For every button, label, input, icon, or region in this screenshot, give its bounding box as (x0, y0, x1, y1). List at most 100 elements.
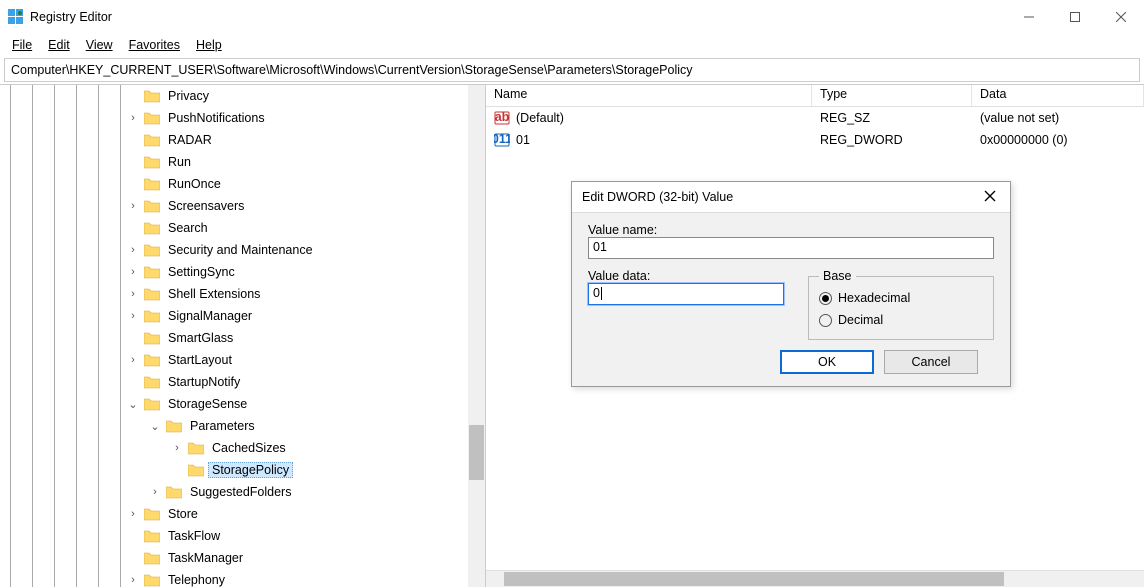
svg-text:ab: ab (495, 110, 510, 124)
maximize-button[interactable] (1052, 0, 1098, 34)
tree-item-label: SuggestedFolders (186, 485, 295, 499)
tree-item-label: TaskManager (164, 551, 247, 565)
tree-item-label: TaskFlow (164, 529, 224, 543)
chevron-right-icon[interactable]: › (126, 244, 140, 256)
tree-scrollbar-vertical[interactable] (468, 85, 485, 587)
folder-icon (144, 177, 160, 191)
tree-item-label: StorageSense (164, 397, 251, 411)
chevron-right-icon[interactable]: › (126, 112, 140, 124)
chevron-right-icon[interactable]: › (170, 442, 184, 454)
tree-item[interactable]: › PushNotifications (126, 107, 485, 129)
minimize-button[interactable] (1006, 0, 1052, 34)
tree-item[interactable]: ›SignalManager (126, 305, 485, 327)
column-data[interactable]: Data (972, 85, 1144, 106)
regedit-icon (8, 9, 24, 25)
value-name: (Default) (516, 111, 564, 125)
chevron-right-icon[interactable]: › (126, 200, 140, 212)
scrollbar-thumb[interactable] (469, 425, 484, 480)
close-icon (984, 190, 996, 202)
folder-icon (144, 375, 160, 389)
folder-icon (144, 133, 160, 147)
tree-item[interactable]: Run (126, 151, 485, 173)
tree-item[interactable]: RADAR (126, 129, 485, 151)
chevron-down-icon[interactable]: ⌄ (148, 420, 162, 433)
radio-dot-icon (819, 314, 832, 327)
folder-icon (144, 111, 160, 125)
dialog-close-button[interactable] (980, 189, 1000, 206)
valuename-input[interactable]: 01 (588, 237, 994, 259)
tree-item[interactable]: TaskManager (126, 547, 485, 569)
list-body[interactable]: ab(Default)REG_SZ(value not set)01101REG… (486, 107, 1144, 151)
edit-dword-dialog: Edit DWORD (32-bit) Value Value name: 01… (571, 181, 1011, 387)
tree-item[interactable]: Privacy (126, 85, 485, 107)
chevron-right-icon[interactable]: › (126, 354, 140, 366)
chevron-right-icon[interactable]: › (126, 288, 140, 300)
chevron-right-icon[interactable]: › (126, 266, 140, 278)
title-bar: Registry Editor (0, 0, 1144, 34)
tree-item[interactable]: Search (126, 217, 485, 239)
value-data: 0x00000000 (0) (972, 133, 1144, 147)
tree-item[interactable]: ›StartLayout (126, 349, 485, 371)
value-type: REG_DWORD (812, 133, 972, 147)
tree-item[interactable]: › SettingSync (126, 261, 485, 283)
tree-item-label: PushNotifications (164, 111, 269, 125)
tree-item-label: StoragePolicy (208, 462, 293, 478)
ok-button[interactable]: OK (780, 350, 874, 374)
tree-item[interactable]: ⌄ Parameters (126, 415, 485, 437)
svg-text:011: 011 (494, 132, 510, 146)
folder-icon (144, 309, 160, 323)
tree-item-label: RADAR (164, 133, 216, 147)
value-type: REG_SZ (812, 111, 972, 125)
address-bar[interactable]: Computer\HKEY_CURRENT_USER\Software\Micr… (4, 58, 1140, 82)
tree-item[interactable]: › Shell Extensions (126, 283, 485, 305)
folder-icon (166, 485, 182, 499)
tree-item[interactable]: ›Screensavers (126, 195, 485, 217)
folder-icon (144, 551, 160, 565)
tree-item-label: Store (164, 507, 202, 521)
column-type[interactable]: Type (812, 85, 972, 106)
chevron-right-icon[interactable]: › (126, 508, 140, 520)
tree-item[interactable]: RunOnce (126, 173, 485, 195)
radio-hexadecimal[interactable]: Hexadecimal (819, 287, 983, 309)
menu-view[interactable]: View (80, 36, 119, 54)
folder-icon (188, 463, 204, 477)
tree-body[interactable]: Privacy › PushNotifications RADAR RunRunOnce… (126, 85, 485, 587)
list-row[interactable]: 011 01 REG_DWORD0x00000000 (0) (486, 129, 1144, 151)
scrollbar-thumb[interactable] (504, 572, 1004, 586)
menu-edit[interactable]: Edit (42, 36, 76, 54)
cancel-button[interactable]: Cancel (884, 350, 978, 374)
chevron-right-icon[interactable]: › (126, 574, 140, 586)
tree-item[interactable]: ›Security and Maintenance (126, 239, 485, 261)
tree-item[interactable]: SmartGlass (126, 327, 485, 349)
tree-item[interactable]: StartupNotify (126, 371, 485, 393)
menu-help[interactable]: Help (190, 36, 228, 54)
chevron-down-icon[interactable]: ⌄ (126, 398, 140, 411)
list-row[interactable]: ab(Default)REG_SZ(value not set) (486, 107, 1144, 129)
tree-item[interactable]: ⌄ StorageSense (126, 393, 485, 415)
menu-favorites[interactable]: Favorites (123, 36, 186, 54)
close-button[interactable] (1098, 0, 1144, 34)
list-scrollbar-horizontal[interactable] (486, 570, 1144, 587)
tree-item-label: SmartGlass (164, 331, 237, 345)
dialog-title: Edit DWORD (32-bit) Value (582, 190, 980, 204)
folder-icon (188, 441, 204, 455)
tree-item[interactable]: › SuggestedFolders (126, 481, 485, 503)
tree-item[interactable]: › Telephony (126, 569, 485, 587)
menu-file[interactable]: File (6, 36, 38, 54)
window-title: Registry Editor (30, 10, 1006, 24)
radio-decimal[interactable]: Decimal (819, 309, 983, 331)
value-name: 01 (516, 133, 530, 147)
tree-item-label: SettingSync (164, 265, 239, 279)
tree-item-label: Parameters (186, 419, 259, 433)
valuedata-input[interactable]: 0 (588, 283, 784, 305)
chevron-right-icon[interactable]: › (126, 310, 140, 322)
chevron-right-icon[interactable]: › (148, 486, 162, 498)
tree-item[interactable]: TaskFlow (126, 525, 485, 547)
tree-item[interactable]: StoragePolicy (126, 459, 485, 481)
column-name[interactable]: Name (486, 85, 812, 106)
tree-item-label: Shell Extensions (164, 287, 264, 301)
tree-item[interactable]: ›CachedSizes (126, 437, 485, 459)
tree-item[interactable]: › Store (126, 503, 485, 525)
tree-item-label: Telephony (164, 573, 229, 587)
dialog-titlebar[interactable]: Edit DWORD (32-bit) Value (572, 182, 1010, 212)
